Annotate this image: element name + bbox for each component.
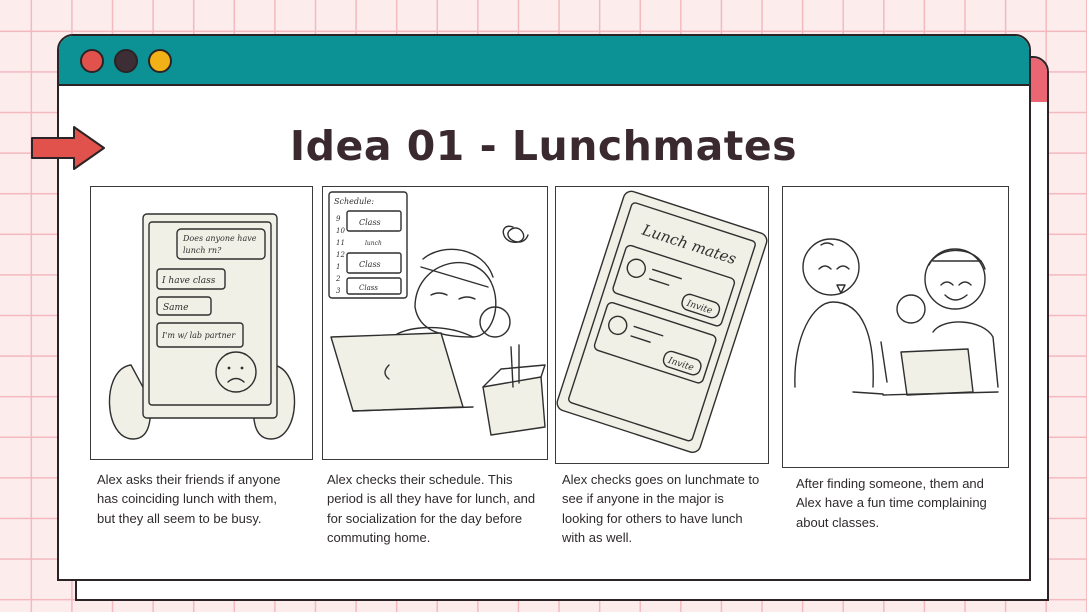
storyboard-panel-1: Does anyone have lunch rn? I have class … (90, 186, 313, 460)
schedule-hour: 11 (336, 239, 345, 247)
storyboard-panel-3: Lunch mates Invite Invite (555, 186, 769, 464)
chat-bubble-text: lunch rn? (183, 246, 222, 255)
minimize-dot (114, 49, 138, 73)
slide-title: Idea 01 - Lunchmates (289, 122, 798, 170)
maximize-dot (148, 49, 172, 73)
schedule-slot: lunch (365, 240, 382, 247)
sketch-friends-lunch (794, 238, 999, 396)
chat-bubble-text: I'm w/ lab partner (161, 331, 236, 340)
panel-caption-2: Alex checks their schedule. This period … (327, 472, 536, 546)
schedule-hour: 9 (336, 215, 341, 223)
schedule-hour: 3 (336, 287, 341, 295)
close-dot (80, 49, 104, 73)
schedule-slot: Class (359, 218, 381, 227)
schedule-title: Schedule: (334, 197, 374, 206)
window-titlebar (59, 36, 1029, 86)
schedule-hour: 2 (335, 275, 341, 283)
panel-caption-1: Alex asks their friends if anyone has co… (97, 472, 281, 526)
chat-bubble-text: I have class (161, 276, 216, 286)
chat-bubble-text: Does anyone have (182, 234, 257, 243)
schedule-hour: 1 (336, 263, 340, 271)
schedule-slot: Class (359, 260, 381, 269)
sketch-lunchmates-app: Lunch mates Invite Invite (556, 190, 768, 454)
chat-bubble-text: Same (163, 303, 188, 313)
panel-caption-3: Alex checks goes on lunchmate to see if … (562, 472, 760, 546)
schedule-hour: 10 (336, 227, 345, 235)
panel-caption-4: After finding someone, them and Alex hav… (796, 476, 987, 530)
storyboard-panel-4 (782, 186, 1009, 468)
sketch-schedule-laptop: Schedule: 9 10 11 12 1 2 3 Class lunch C… (328, 191, 546, 436)
schedule-slot: Class (359, 284, 378, 292)
schedule-hour: 12 (336, 251, 345, 259)
storyboard-panel-2: Schedule: 9 10 11 12 1 2 3 Class lunch C… (322, 186, 548, 460)
sketch-phone-chat: Does anyone have lunch rn? I have class … (108, 213, 296, 440)
